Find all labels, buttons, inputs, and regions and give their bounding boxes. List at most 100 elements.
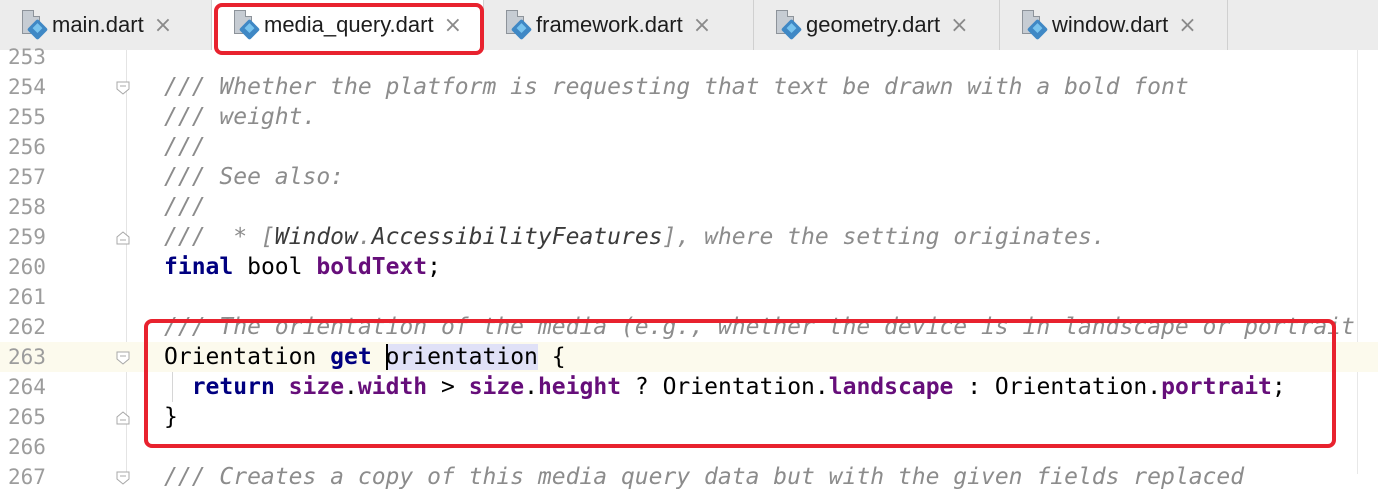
text-caret bbox=[385, 343, 388, 370]
code-text: Orientation get orientation { bbox=[164, 342, 566, 372]
code-token: > bbox=[427, 374, 469, 400]
code-line[interactable]: 255 /// weight. bbox=[0, 102, 1378, 132]
code-line[interactable]: 265} bbox=[0, 402, 1378, 432]
line-number: 257 bbox=[8, 165, 46, 189]
tab-label: framework.dart bbox=[536, 12, 683, 37]
code-line[interactable]: 253 bbox=[0, 42, 1378, 72]
code-token: return bbox=[191, 374, 275, 400]
line-number: 261 bbox=[8, 285, 46, 309]
code-token: Orientation bbox=[164, 344, 331, 370]
dart-file-icon bbox=[22, 10, 49, 41]
code-text: /// The orientation of the media (e.g., … bbox=[164, 312, 1355, 342]
line-number: 262 bbox=[8, 315, 46, 339]
close-icon[interactable]: × bbox=[950, 13, 968, 38]
code-token: : Orientation. bbox=[953, 374, 1162, 400]
code-line[interactable]: 267 /// Creates a copy of this media quer… bbox=[0, 462, 1378, 492]
code-line[interactable]: 261 bbox=[0, 282, 1378, 312]
code-token: /// bbox=[164, 194, 206, 220]
code-token: } bbox=[164, 404, 178, 430]
code-token: /// The orientation of the media (e.g., … bbox=[164, 314, 1355, 340]
code-editor[interactable]: 253 254 /// Whether the platform is reques… bbox=[0, 45, 1378, 490]
code-token: . bbox=[524, 374, 538, 400]
code-line[interactable]: 264 return size.width > size.height ? Or… bbox=[0, 372, 1378, 402]
dart-file-icon bbox=[1022, 10, 1049, 41]
line-number: 263 bbox=[8, 345, 46, 369]
code-text: /// See also: bbox=[164, 162, 344, 192]
code-token: size bbox=[288, 374, 345, 400]
code-token: size bbox=[468, 374, 525, 400]
code-token: width bbox=[357, 374, 428, 400]
close-icon[interactable]: × bbox=[693, 13, 711, 38]
code-text: /// Whether the platform is requesting t… bbox=[164, 72, 1189, 102]
code-line[interactable]: 259 /// * [Window.AccessibilityFeatures],… bbox=[0, 222, 1378, 252]
code-token: get bbox=[330, 344, 372, 370]
line-number: 258 bbox=[8, 195, 46, 219]
close-icon[interactable]: × bbox=[444, 13, 462, 38]
tab-label: window.dart bbox=[1052, 12, 1169, 37]
code-token: ? Orientation. bbox=[621, 374, 829, 400]
code-token: AccessibilityFeatures bbox=[371, 224, 663, 250]
tab-label: main.dart bbox=[52, 12, 144, 37]
code-line[interactable]: 257 /// See also: bbox=[0, 162, 1378, 192]
code-token: . bbox=[344, 374, 358, 400]
code-token: landscape bbox=[828, 374, 954, 400]
code-text: final bool boldText; bbox=[164, 252, 441, 282]
code-token: bool bbox=[233, 254, 317, 280]
line-number: 255 bbox=[8, 105, 46, 129]
line-number: 265 bbox=[8, 405, 46, 429]
code-token: orientation bbox=[385, 344, 538, 370]
code-token: portrait bbox=[1161, 374, 1272, 400]
code-text: /// Creates a copy of this media query d… bbox=[164, 462, 1244, 492]
code-line[interactable]: 263 Orientation get orientation { bbox=[0, 342, 1378, 372]
code-text: /// bbox=[164, 132, 206, 162]
code-line[interactable]: 260 final bool boldText; bbox=[0, 252, 1378, 282]
code-token: ; bbox=[1271, 374, 1286, 400]
line-number: 264 bbox=[8, 375, 46, 399]
code-line[interactable]: 266 bbox=[0, 432, 1378, 462]
code-token: final bbox=[164, 254, 234, 280]
code-token: Window bbox=[274, 224, 358, 250]
dart-file-icon bbox=[506, 10, 533, 41]
code-token: { bbox=[537, 344, 566, 370]
line-number: 266 bbox=[8, 435, 46, 459]
dart-file-icon bbox=[234, 10, 261, 41]
code-token: ; bbox=[427, 254, 441, 280]
line-number: 259 bbox=[8, 225, 46, 249]
code-line[interactable]: 256 /// bbox=[0, 132, 1378, 162]
code-token: /// bbox=[164, 134, 206, 160]
code-token: . bbox=[357, 224, 372, 250]
dart-file-icon bbox=[776, 10, 803, 41]
line-number: 260 bbox=[8, 255, 46, 279]
fold-marker-icon[interactable] bbox=[116, 410, 130, 425]
code-text: return size.width > size.height ? Orient… bbox=[164, 372, 1286, 402]
tab-label: geometry.dart bbox=[806, 12, 941, 37]
code-text: /// * [Window.AccessibilityFeatures], wh… bbox=[164, 222, 1106, 252]
code-token: /// weight. bbox=[164, 104, 317, 130]
code-text: /// bbox=[164, 192, 206, 222]
code-token: ], where the setting originates. bbox=[662, 224, 1106, 250]
code-text: } bbox=[164, 402, 178, 432]
code-token: /// See also: bbox=[164, 164, 345, 190]
code-line[interactable]: 254 /// Whether the platform is requestin… bbox=[0, 72, 1378, 102]
fold-marker-icon[interactable] bbox=[116, 80, 130, 95]
code-line[interactable]: 262 /// The orientation of the media (e.g… bbox=[0, 312, 1378, 342]
line-number: 267 bbox=[8, 465, 46, 489]
code-line[interactable]: 258 /// bbox=[0, 192, 1378, 222]
code-token: /// Whether the platform is requesting t… bbox=[164, 74, 1189, 100]
code-token: height bbox=[537, 374, 622, 400]
line-number: 254 bbox=[8, 75, 46, 99]
line-number: 256 bbox=[8, 135, 46, 159]
line-number: 253 bbox=[8, 45, 46, 69]
close-icon[interactable]: × bbox=[1178, 13, 1196, 38]
tab-label: media_query.dart bbox=[264, 12, 434, 37]
code-token: /// Creates a copy of this media query d… bbox=[164, 464, 1245, 490]
code-token: /// * [ bbox=[164, 224, 275, 250]
close-icon[interactable]: × bbox=[154, 13, 172, 38]
fold-marker-icon[interactable] bbox=[116, 470, 130, 485]
code-token: boldText bbox=[316, 254, 428, 280]
fold-marker-icon[interactable] bbox=[116, 350, 130, 365]
fold-marker-icon[interactable] bbox=[116, 230, 130, 245]
